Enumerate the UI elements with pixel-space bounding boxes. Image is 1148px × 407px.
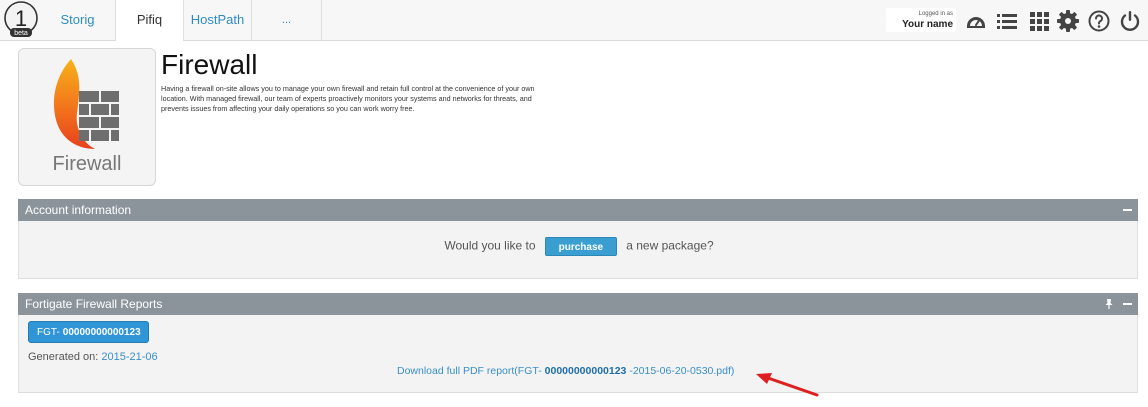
logo-number: 1 (15, 6, 27, 31)
tab-pifiq[interactable]: Pifiq (116, 0, 184, 41)
prompt-text-after: a new package? (626, 238, 714, 253)
account-panel-title: Account information (25, 203, 132, 217)
power-icon[interactable] (1118, 9, 1142, 33)
top-navigation-bar: 1 beta Storig Pifiq HostPath ... Logged … (0, 0, 1148, 41)
generated-date: 2015-21-06 (101, 351, 158, 363)
tab-hostpath[interactable]: HostPath (184, 0, 252, 41)
pin-icon[interactable] (1104, 298, 1114, 310)
pdf-link-suffix: -2015-06-20-0530.pdf) (629, 365, 735, 377)
app-logo[interactable]: 1 beta (2, 1, 40, 39)
pdf-link-prefix: Download full PDF report(FGT- (397, 365, 542, 377)
account-panel-header: Account information (18, 199, 1138, 221)
help-icon[interactable] (1087, 9, 1111, 33)
tab-storig[interactable]: Storig (40, 0, 116, 41)
purchase-button[interactable]: purchase (544, 237, 617, 256)
reports-panel-header: Fortigate Firewall Reports (18, 293, 1138, 315)
firewall-icon (53, 59, 119, 149)
product-description: Having a firewall on-site allows you to … (161, 84, 535, 114)
reports-panel-body: FGT- 00000000000123 Generated on: 2015-21-… (18, 315, 1138, 393)
account-panel-body: Would you like to purchase a new package… (18, 221, 1138, 279)
download-pdf-link[interactable]: Download full PDF report(FGT- 0000000000… (397, 365, 734, 377)
product-tile: Firewall (18, 48, 156, 186)
device-prefix: FGT- (37, 327, 60, 338)
generated-on: Generated on: 2015-21-06 (28, 351, 158, 363)
list-icon[interactable] (995, 9, 1019, 33)
grid-icon[interactable] (1027, 9, 1051, 33)
pdf-link-serial: 00000000000123 (544, 365, 627, 377)
gauge-icon[interactable] (964, 9, 988, 33)
reports-panel-title: Fortigate Firewall Reports (25, 297, 163, 311)
gear-icon[interactable] (1056, 9, 1080, 33)
device-serial: 00000000000123 (62, 327, 141, 338)
annotation-arrow-icon (756, 373, 819, 397)
product-tile-label: Firewall (52, 153, 122, 175)
logged-in-caption: Logged in as (918, 11, 953, 17)
purchase-prompt: Would you like to purchase a new package… (19, 237, 1139, 256)
user-name: Your name (902, 19, 953, 30)
generated-label: Generated on: (28, 351, 99, 363)
device-selector-button[interactable]: FGT- 00000000000123 (28, 321, 149, 343)
logo-beta-tag: beta (14, 30, 28, 37)
page-title: Firewall (161, 49, 258, 80)
collapse-icon[interactable] (1123, 209, 1132, 211)
collapse-icon[interactable] (1123, 303, 1132, 305)
prompt-text-before: Would you like to (444, 238, 536, 253)
user-info[interactable]: Logged in as Your name (886, 8, 956, 32)
tab-more[interactable]: ... (252, 0, 322, 41)
